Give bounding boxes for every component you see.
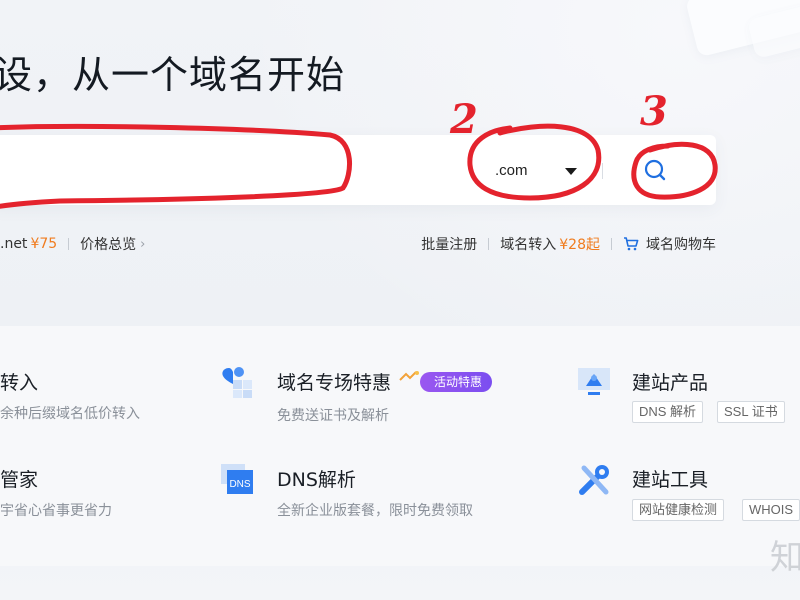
search-divider [602, 163, 603, 179]
service-desc-manager: 宇省心省事更省力 [0, 503, 112, 519]
divider [68, 238, 70, 250]
caret-down-icon [565, 168, 577, 175]
net-price: ¥75 [30, 236, 58, 252]
bulk-register-link[interactable]: 批量注册 [421, 234, 477, 254]
hero-title: 设，从一个域名开始 [0, 53, 346, 97]
annotation-number-3: 3 [640, 88, 668, 135]
search-icon [644, 159, 666, 181]
domain-search-bar: .com [0, 135, 716, 205]
tld-selected-value: .com [495, 161, 528, 179]
service-desc-transfer: 余种后缀域名低价转入 [0, 406, 140, 422]
divider [611, 238, 612, 250]
service-title-site-products[interactable]: 建站产品 [632, 368, 708, 395]
service-title-manager[interactable]: 管家 [0, 465, 38, 492]
net-suffix-link[interactable]: .net [0, 236, 27, 252]
tld-dropdown[interactable]: .com [495, 155, 585, 185]
tag-ssl-cert[interactable]: SSL 证书 [717, 401, 785, 423]
service-title-domain-promo[interactable]: 域名专场特惠 [277, 368, 391, 395]
chevron-right-icon: › [140, 236, 146, 252]
sub-links-left: .net ¥75 价格总览 › [0, 234, 145, 254]
heart-grid-icon [222, 367, 252, 398]
services-panel [0, 326, 800, 566]
service-title-transfer[interactable]: 转入 [0, 368, 38, 395]
service-desc-domain-promo: 免费送证书及解析 [277, 408, 389, 424]
service-desc-dns: 全新企业版套餐，限时免费领取 [277, 503, 473, 519]
domain-search-input[interactable] [0, 135, 440, 205]
search-button[interactable] [640, 155, 670, 185]
cart-icon [624, 237, 639, 251]
monitor-icon [578, 368, 610, 395]
divider [488, 238, 490, 250]
transfer-price: ¥28起 [559, 237, 600, 253]
service-title-dns[interactable]: DNS解析 [277, 465, 356, 492]
sparkle-icon [399, 371, 419, 381]
tag-whois[interactable]: WHOIS [742, 499, 800, 521]
transfer-link[interactable]: 域名转入 [500, 234, 556, 254]
price-overview-link[interactable]: 价格总览 [80, 234, 136, 254]
tag-dns-analysis[interactable]: DNS 解析 [632, 401, 704, 423]
watermark: 知 [770, 538, 800, 578]
domain-cart-link[interactable]: 域名购物车 [646, 234, 716, 254]
tag-site-health[interactable]: 网站健康检测 [632, 499, 725, 521]
tools-icon [579, 465, 609, 495]
service-title-site-tools[interactable]: 建站工具 [632, 465, 708, 492]
svg-text:DNS: DNS [229, 479, 250, 490]
sub-links-right: 批量注册 域名转入 ¥28起 域名购物车 [421, 234, 716, 254]
annotation-number-2: 2 [450, 96, 478, 143]
promo-badge: 活动特惠 [420, 372, 493, 392]
dns-icon: DNS [221, 464, 253, 494]
